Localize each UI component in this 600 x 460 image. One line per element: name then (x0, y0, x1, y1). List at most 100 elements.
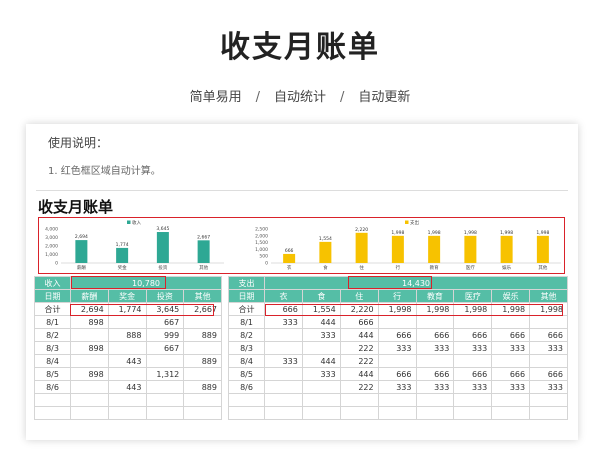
empty-cell[interactable] (529, 406, 568, 420)
empty-cell[interactable] (145, 393, 185, 407)
table-cell[interactable] (183, 341, 222, 355)
table-cell[interactable]: 444 (339, 328, 379, 342)
table-cell[interactable] (264, 341, 303, 355)
table-cell[interactable]: 889 (183, 328, 222, 342)
empty-cell[interactable] (415, 393, 455, 407)
empty-cell[interactable] (70, 406, 109, 420)
table-cell[interactable]: 666 (377, 367, 417, 381)
table-cell[interactable] (70, 380, 109, 394)
table-cell[interactable]: 666 (339, 315, 379, 329)
table-cell[interactable]: 444 (301, 315, 341, 329)
date-cell[interactable]: 8/1 (34, 315, 71, 329)
table-cell[interactable] (264, 328, 303, 342)
empty-cell[interactable] (183, 406, 222, 420)
table-cell[interactable]: 443 (107, 354, 147, 368)
table-cell[interactable]: 443 (107, 380, 147, 394)
table-cell[interactable] (415, 354, 455, 368)
table-cell[interactable] (415, 315, 455, 329)
empty-cell[interactable] (228, 406, 265, 420)
table-cell[interactable]: 333 (415, 380, 455, 394)
table-cell[interactable] (70, 354, 109, 368)
table-cell[interactable]: 666 (491, 367, 531, 381)
table-cell[interactable]: 222 (339, 354, 379, 368)
empty-cell[interactable] (228, 393, 265, 407)
empty-cell[interactable] (491, 393, 531, 407)
table-cell[interactable]: 666 (415, 328, 455, 342)
empty-cell[interactable] (301, 406, 341, 420)
date-cell[interactable]: 8/5 (34, 367, 71, 381)
table-cell[interactable]: 889 (183, 354, 222, 368)
table-cell[interactable]: 666 (529, 328, 568, 342)
table-cell[interactable] (70, 328, 109, 342)
empty-cell[interactable] (264, 393, 303, 407)
empty-cell[interactable] (377, 393, 417, 407)
empty-cell[interactable] (70, 393, 109, 407)
table-cell[interactable]: 333 (529, 380, 568, 394)
table-cell[interactable]: 333 (264, 315, 303, 329)
date-cell[interactable]: 8/2 (228, 328, 265, 342)
table-cell[interactable]: 888 (107, 328, 147, 342)
table-cell[interactable] (183, 315, 222, 329)
table-cell[interactable]: 333 (301, 367, 341, 381)
table-cell[interactable]: 667 (145, 341, 185, 355)
table-cell[interactable] (145, 380, 185, 394)
table-cell[interactable]: 666 (453, 328, 493, 342)
table-cell[interactable]: 333 (301, 328, 341, 342)
table-cell[interactable]: 333 (453, 380, 493, 394)
table-cell[interactable]: 333 (491, 341, 531, 355)
table-cell[interactable]: 898 (70, 315, 109, 329)
date-cell[interactable]: 8/3 (228, 341, 265, 355)
table-cell[interactable]: 667 (145, 315, 185, 329)
table-cell[interactable] (107, 315, 147, 329)
table-cell[interactable]: 333 (415, 341, 455, 355)
table-cell[interactable]: 889 (183, 380, 222, 394)
table-cell[interactable]: 222 (339, 341, 379, 355)
empty-cell[interactable] (339, 406, 379, 420)
table-cell[interactable]: 333 (491, 380, 531, 394)
date-cell[interactable]: 8/4 (34, 354, 71, 368)
empty-cell[interactable] (107, 393, 147, 407)
empty-cell[interactable] (491, 406, 531, 420)
table-cell[interactable]: 666 (377, 328, 417, 342)
table-cell[interactable]: 666 (491, 328, 531, 342)
table-cell[interactable] (377, 354, 417, 368)
table-cell[interactable] (183, 367, 222, 381)
table-cell[interactable]: 444 (339, 367, 379, 381)
table-cell[interactable]: 444 (301, 354, 341, 368)
table-cell[interactable] (145, 354, 185, 368)
date-cell[interactable]: 8/1 (228, 315, 265, 329)
date-cell[interactable]: 8/3 (34, 341, 71, 355)
table-cell[interactable]: 666 (529, 367, 568, 381)
table-cell[interactable]: 999 (145, 328, 185, 342)
table-cell[interactable] (491, 354, 531, 368)
table-cell[interactable]: 333 (529, 341, 568, 355)
date-cell[interactable]: 8/2 (34, 328, 71, 342)
table-cell[interactable] (301, 380, 341, 394)
table-cell[interactable] (107, 341, 147, 355)
table-cell[interactable] (264, 367, 303, 381)
table-cell[interactable]: 222 (339, 380, 379, 394)
table-cell[interactable]: 898 (70, 341, 109, 355)
table-cell[interactable]: 1,312 (145, 367, 185, 381)
empty-cell[interactable] (301, 393, 341, 407)
date-cell[interactable]: 8/6 (228, 380, 265, 394)
table-cell[interactable] (529, 315, 568, 329)
date-cell[interactable]: 8/5 (228, 367, 265, 381)
empty-cell[interactable] (453, 393, 493, 407)
empty-cell[interactable] (415, 406, 455, 420)
table-cell[interactable]: 333 (377, 341, 417, 355)
table-cell[interactable] (453, 315, 493, 329)
table-cell[interactable] (107, 367, 147, 381)
empty-cell[interactable] (107, 406, 147, 420)
empty-cell[interactable] (34, 406, 71, 420)
table-cell[interactable]: 666 (453, 367, 493, 381)
empty-cell[interactable] (339, 393, 379, 407)
table-cell[interactable]: 333 (453, 341, 493, 355)
empty-cell[interactable] (264, 406, 303, 420)
empty-cell[interactable] (377, 406, 417, 420)
table-cell[interactable] (453, 354, 493, 368)
table-cell[interactable] (264, 380, 303, 394)
table-cell[interactable] (377, 315, 417, 329)
date-cell[interactable]: 8/6 (34, 380, 71, 394)
table-cell[interactable]: 898 (70, 367, 109, 381)
